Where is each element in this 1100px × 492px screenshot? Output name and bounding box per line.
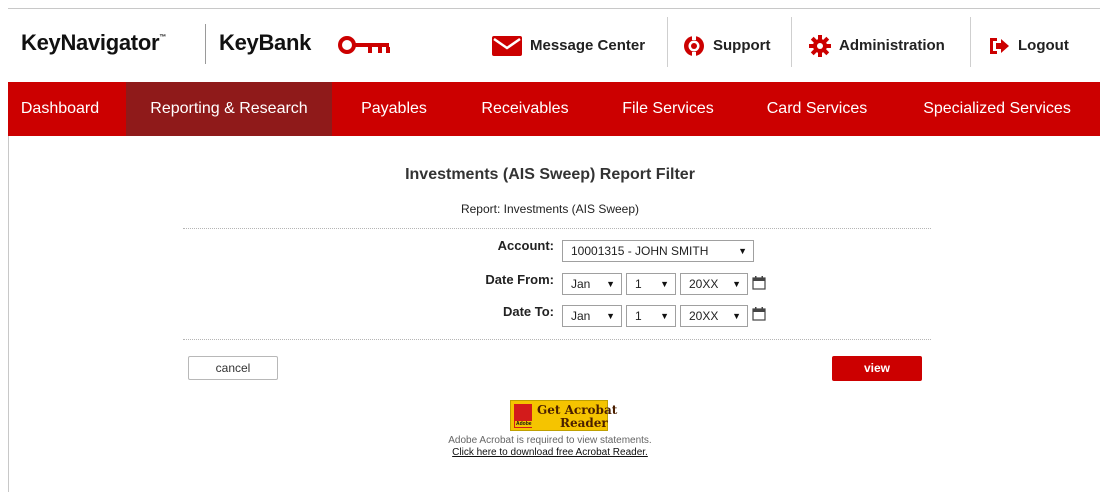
account-value: 10001315 - JOHN SMITH <box>571 244 709 258</box>
keynavigator-logo-text: KeyNavigator <box>21 30 160 55</box>
divider <box>183 339 931 340</box>
date-to-day-value: 1 <box>635 309 642 323</box>
top-header: KeyNavigator™ KeyBank Message Center Sup… <box>8 9 1100 82</box>
date-to-month-select[interactable]: Jan ▼ <box>562 305 622 327</box>
date-from-day-value: 1 <box>635 277 642 291</box>
calendar-icon[interactable] <box>752 307 766 321</box>
support-label: Support <box>713 37 771 54</box>
date-from-day-select[interactable]: 1 ▼ <box>626 273 676 295</box>
lifebuoy-icon <box>684 34 704 57</box>
acrobat-download-link[interactable]: Click here to download free Acrobat Read… <box>452 447 648 458</box>
gear-icon <box>809 34 831 57</box>
logo-divider <box>205 24 206 64</box>
message-center-label: Message Center <box>530 37 646 54</box>
administration-label: Administration <box>839 37 945 54</box>
chevron-down-icon: ▼ <box>732 311 741 321</box>
acrobat-badge-line1: Get Acrobat <box>537 403 618 417</box>
chevron-down-icon: ▼ <box>660 279 669 289</box>
header-separator <box>667 17 668 67</box>
message-center-link[interactable]: Message Center <box>492 9 645 82</box>
nav-dashboard[interactable]: Dashboard <box>8 82 112 136</box>
keynavigator-logo[interactable]: KeyNavigator™ <box>21 30 166 56</box>
date-from-year-select[interactable]: 20XX ▼ <box>680 273 748 295</box>
get-acrobat-reader-badge[interactable]: Adobe Get Acrobat Reader <box>510 400 617 431</box>
chevron-down-icon: ▼ <box>732 279 741 289</box>
header-separator <box>791 17 792 67</box>
support-link[interactable]: Support <box>683 9 771 82</box>
nav-card-services[interactable]: Card Services <box>756 82 878 136</box>
cancel-button[interactable]: cancel <box>188 356 278 380</box>
nav-file-services[interactable]: File Services <box>606 82 730 136</box>
date-from-label: Date From: <box>485 272 554 287</box>
main-nav: Dashboard Reporting & Research Payables … <box>8 82 1100 136</box>
adobe-logo-text: Adobe <box>515 421 533 427</box>
divider <box>183 228 931 229</box>
acrobat-badge-line2: Reader <box>560 416 608 430</box>
keybank-logo[interactable]: KeyBank <box>219 30 311 56</box>
keybank-logo-text: KeyBank <box>219 30 312 55</box>
acrobat-download-link-row: Click here to download free Acrobat Read… <box>0 447 1100 458</box>
logout-icon <box>990 37 1009 54</box>
chevron-down-icon: ▼ <box>606 311 615 321</box>
calendar-icon[interactable] <box>752 276 766 290</box>
envelope-icon <box>492 35 522 56</box>
nav-specialized-services[interactable]: Specialized Services <box>908 82 1086 136</box>
account-label: Account: <box>497 238 554 253</box>
date-to-year-select[interactable]: 20XX ▼ <box>680 305 748 327</box>
key-icon <box>338 36 390 54</box>
logout-label: Logout <box>1018 37 1069 54</box>
date-from-month-value: Jan <box>571 277 591 291</box>
page-title: Investments (AIS Sweep) Report Filter <box>405 166 695 183</box>
date-to-day-select[interactable]: 1 ▼ <box>626 305 676 327</box>
nav-reporting-research[interactable]: Reporting & Research <box>126 82 332 136</box>
nav-receivables[interactable]: Receivables <box>470 82 580 136</box>
adobe-logo-icon: Adobe <box>514 404 533 428</box>
view-button[interactable]: view <box>832 356 922 381</box>
report-subtitle: Report: Investments (AIS Sweep) <box>460 202 640 216</box>
chevron-down-icon: ▼ <box>660 311 669 321</box>
chevron-down-icon: ▼ <box>738 246 747 256</box>
administration-link[interactable]: Administration <box>809 9 945 82</box>
date-from-year-value: 20XX <box>689 277 719 291</box>
date-to-label: Date To: <box>502 304 554 319</box>
header-separator <box>970 17 971 67</box>
acrobat-requirement-note: Adobe Acrobat is required to view statem… <box>448 435 652 446</box>
chevron-down-icon: ▼ <box>606 279 615 289</box>
date-to-year-value: 20XX <box>689 309 719 323</box>
nav-payables[interactable]: Payables <box>348 82 440 136</box>
account-select[interactable]: 10001315 - JOHN SMITH ▼ <box>562 240 754 262</box>
date-from-month-select[interactable]: Jan ▼ <box>562 273 622 295</box>
logout-link[interactable]: Logout <box>988 9 1069 82</box>
date-to-month-value: Jan <box>571 309 591 323</box>
trademark-mark: ™ <box>159 34 166 41</box>
